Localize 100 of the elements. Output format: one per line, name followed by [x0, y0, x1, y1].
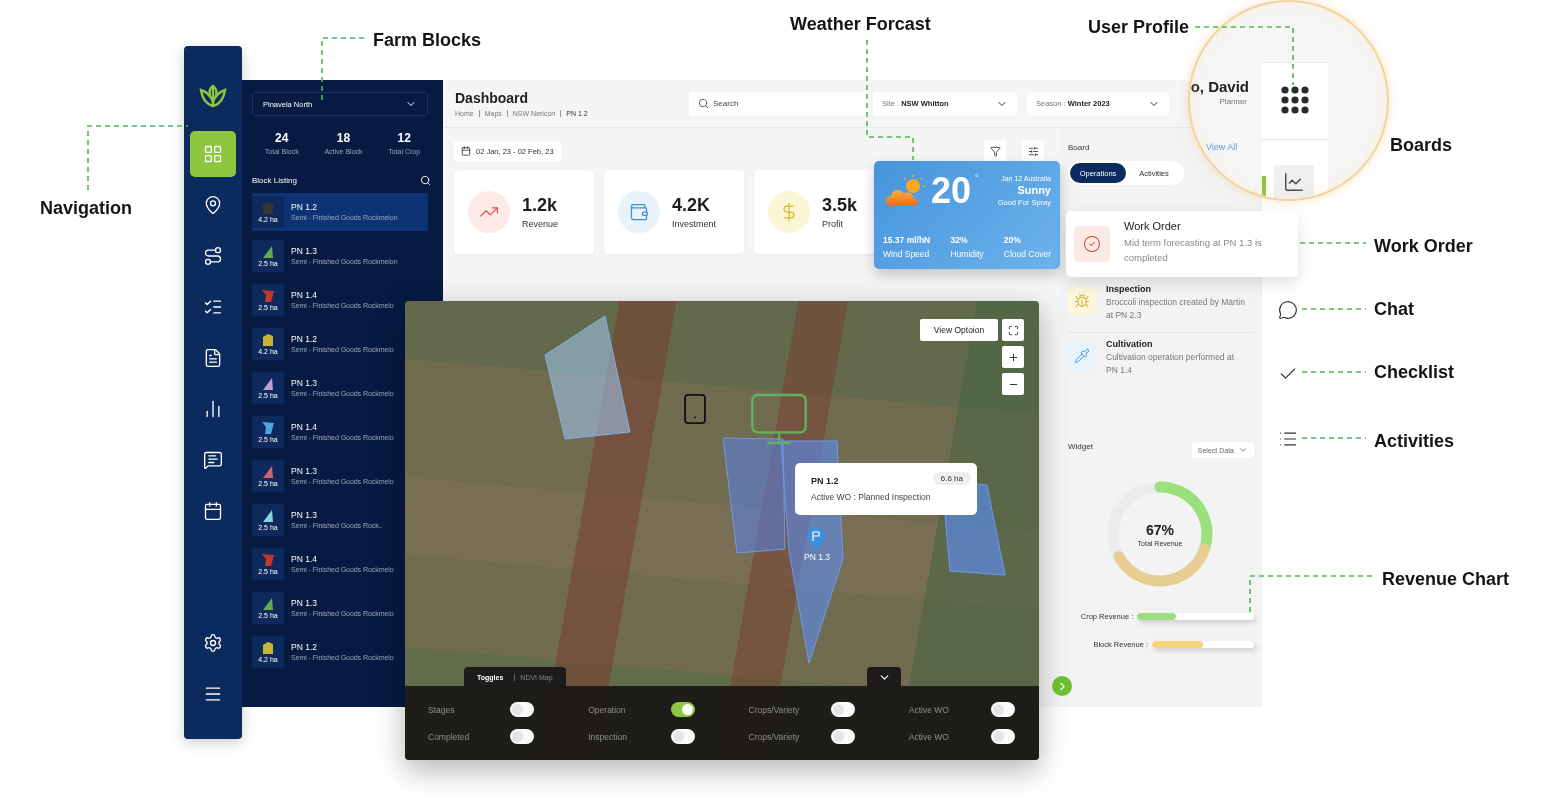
sun-cloud-icon [883, 174, 927, 208]
board-item-text: Broccoli inspection created by Martin at PN 2.3 [1106, 296, 1246, 322]
donut-value: 67% [1146, 521, 1174, 538]
board-item-title: Inspection [1106, 284, 1152, 294]
toggle-label: Operation [588, 704, 626, 715]
chart-button[interactable] [1274, 165, 1314, 199]
section-title: Widget [1068, 442, 1093, 451]
map-pin-icon [203, 195, 223, 215]
block-name: PN 1.3 [291, 466, 318, 476]
zoom-out-button[interactable] [1002, 373, 1024, 395]
filter-button[interactable] [984, 140, 1006, 162]
fullscreen-icon [1007, 324, 1019, 336]
popup-detail: Active WO : Planned Inspection [811, 492, 932, 502]
metric-value: 20% [1003, 235, 1022, 245]
metric-value: 15.37 ml/hN [883, 235, 931, 245]
zoom-in-button[interactable] [1002, 346, 1024, 368]
toggle-label: Stages [428, 704, 455, 715]
callout-label: User Profile [1088, 16, 1190, 38]
line-chart-icon [1283, 171, 1305, 193]
fullscreen-button[interactable] [1002, 319, 1024, 341]
toggle-switch[interactable] [670, 702, 695, 717]
section-title: Block Listing [252, 176, 297, 185]
callout-label: Navigation [40, 197, 132, 219]
block-name: PN 1.3 [291, 378, 318, 388]
stat-label: Profit [822, 219, 844, 229]
leader-line [1301, 371, 1367, 373]
calendar-icon [461, 146, 471, 156]
field-boundary[interactable] [544, 315, 631, 440]
toggle-label: Crops/Variety [748, 731, 800, 742]
view-options-button[interactable]: View Optoion [920, 319, 998, 341]
toggle-switch[interactable] [991, 702, 1015, 717]
section-title: Board [1068, 143, 1090, 152]
active-indicator [1262, 176, 1266, 196]
stat-value: 3.5k [822, 195, 858, 216]
stat-value: 1.2k [522, 195, 559, 216]
board-item-title: Cultivation [1106, 339, 1154, 349]
work-order-title: Work Order [1124, 220, 1182, 232]
block-name: PN 1.4 [291, 290, 318, 300]
collapse-button[interactable] [867, 667, 901, 687]
toggle-label: Inspection [588, 731, 627, 742]
toggle-switch[interactable] [670, 729, 695, 744]
calendar-icon [203, 501, 223, 521]
stat-value: 18 [336, 131, 351, 145]
metric-label: Cloud Cover [1003, 249, 1051, 259]
toggle-label: Completed [428, 731, 470, 742]
weather-condition: Sunny [1017, 184, 1051, 196]
apps-button[interactable] [1281, 86, 1309, 114]
callout-label: Chat [1374, 298, 1414, 320]
toggle-switch[interactable] [510, 729, 535, 744]
search-icon [698, 97, 709, 109]
toggle-label: Active WO [908, 731, 949, 742]
block-name: PN 1.2 [291, 642, 318, 652]
toggle-switch[interactable] [991, 729, 1015, 744]
temperature-unit: ° [975, 173, 979, 183]
check-circle-icon [1083, 235, 1101, 253]
pin-label: PN 1.3 [804, 552, 830, 562]
chevron-down-icon [1238, 445, 1248, 455]
block-name: PN 1.3 [291, 246, 318, 256]
bug-icon [1074, 293, 1090, 309]
stat-value: 24 [275, 131, 289, 145]
wallet-icon [629, 202, 649, 222]
user-name: o, David [1190, 78, 1249, 95]
callout-label: Checklist [1374, 361, 1455, 383]
page-title: Dashboard [455, 90, 530, 106]
leader-line [1301, 308, 1367, 310]
block-name: PN 1.3 [291, 510, 318, 520]
chat-bubble-icon [1278, 300, 1298, 320]
block-name: PN 1.4 [291, 554, 318, 564]
plus-icon [1007, 351, 1019, 363]
metric-label: Wind Speed [883, 249, 931, 259]
settings-icon [203, 633, 223, 653]
callout-label: Farm Blocks [373, 29, 482, 51]
block-name: PN 1.2 [291, 334, 318, 344]
callout-label: Boards [1390, 134, 1452, 156]
leader-line [1299, 242, 1367, 244]
metric-label: Humidity [950, 249, 984, 259]
block-name: PN 1.4 [291, 422, 318, 432]
search-icon[interactable] [420, 175, 431, 186]
block-name: PN 1.2 [291, 202, 318, 212]
block-name: PN 1.3 [291, 598, 318, 608]
checklist-icon [203, 297, 223, 317]
toggle-switch[interactable] [510, 702, 535, 717]
settings-button[interactable] [1022, 140, 1044, 162]
toggle-switch[interactable] [830, 729, 855, 744]
leader-line [1301, 437, 1367, 439]
callout-label: Revenue Chart [1382, 568, 1510, 590]
board-item-text: Cultivation operation performed at PN 1.4 [1106, 351, 1236, 377]
stat-label: Investment [672, 219, 717, 229]
toggle-switch[interactable] [830, 702, 855, 717]
field-boundary[interactable] [722, 437, 786, 554]
popup-title: PN 1.2 [811, 476, 839, 486]
work-order-text: Mid term forecasting at PN 1.3 is completed [1124, 236, 1263, 265]
search-field[interactable]: Search [689, 91, 869, 116]
sliders-icon [1027, 145, 1039, 157]
map-pin-icon[interactable] [806, 527, 826, 551]
stat-value: 12 [397, 131, 411, 145]
grid-icon [203, 144, 223, 164]
filter-icon [989, 145, 1001, 157]
pipette-icon [1074, 348, 1090, 364]
callout-label: Weather Forcast [790, 13, 931, 35]
